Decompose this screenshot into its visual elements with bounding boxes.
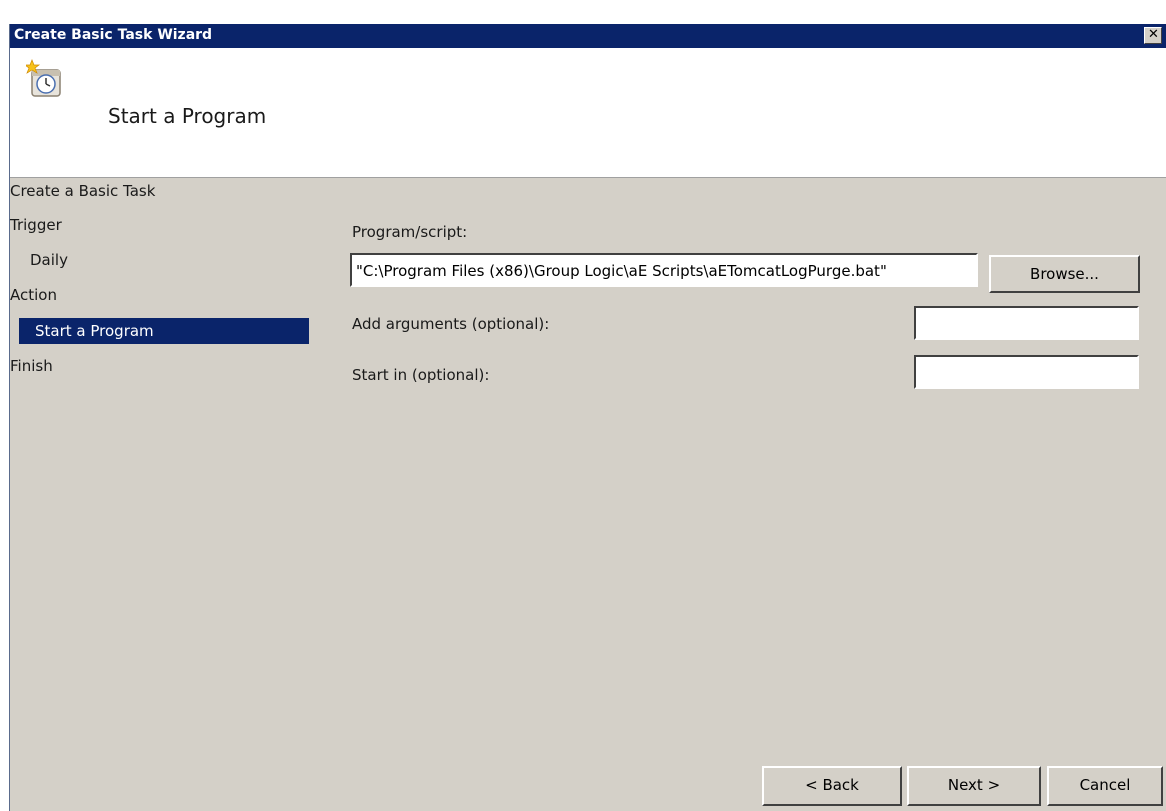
cancel-button[interactable]: Cancel (1047, 766, 1163, 806)
step-action[interactable]: Action (10, 282, 300, 308)
browse-button[interactable]: Browse... (989, 255, 1140, 293)
back-button[interactable]: < Back (762, 766, 902, 806)
create-basic-task-wizard-window: Create Basic Task Wizard ✕ Start a Progr… (9, 24, 1166, 811)
title-bar[interactable]: Create Basic Task Wizard ✕ (10, 24, 1166, 48)
close-icon: ✕ (1148, 27, 1159, 42)
start-in-label: Start in (optional): (352, 366, 490, 384)
add-arguments-label: Add arguments (optional): (352, 315, 550, 333)
screenshot-stage: Create Basic Task Wizard ✕ Start a Progr… (0, 0, 1166, 811)
step-daily[interactable]: Daily (10, 247, 300, 273)
start-in-input[interactable] (914, 355, 1139, 389)
step-trigger[interactable]: Trigger (10, 212, 300, 238)
task-scheduler-clock-icon (26, 59, 61, 97)
step-create-basic-task[interactable]: Create a Basic Task (10, 178, 300, 204)
wizard-header: Start a Program (10, 48, 1166, 178)
page-title: Start a Program (108, 104, 267, 128)
next-button[interactable]: Next > (907, 766, 1041, 806)
close-button[interactable]: ✕ (1144, 27, 1162, 44)
program-script-input[interactable]: "C:\Program Files (x86)\Group Logic\aE S… (350, 253, 978, 287)
program-script-label: Program/script: (352, 223, 468, 241)
step-finish[interactable]: Finish (10, 353, 300, 379)
add-arguments-input[interactable] (914, 306, 1139, 340)
step-start-a-program[interactable]: Start a Program (19, 318, 309, 344)
window-title: Create Basic Task Wizard (14, 27, 213, 43)
